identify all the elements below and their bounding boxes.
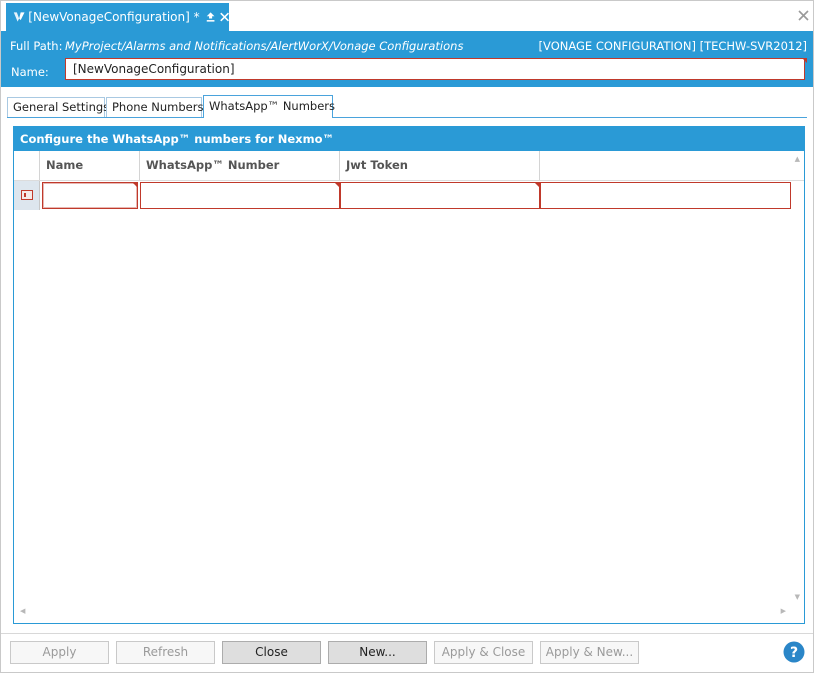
tab-phone-numbers[interactable]: Phone Numbers <box>106 97 203 117</box>
refresh-button[interactable]: Refresh <box>116 641 215 664</box>
row-selector[interactable] <box>14 181 40 210</box>
scroll-up-arrow[interactable]: ▲ <box>795 155 800 163</box>
apply-button[interactable]: Apply <box>10 641 109 664</box>
tab-divider <box>7 117 807 118</box>
full-path-value: MyProject/Alarms and Notifications/Alert… <box>65 39 464 53</box>
svg-text:?: ? <box>790 645 798 661</box>
configuration-window: [NewVonageConfiguration] * Full Path: My… <box>0 0 814 673</box>
window-close-icon[interactable] <box>798 10 809 21</box>
server-info: [VONAGE CONFIGURATION] [TECHW-SVR2012] <box>538 39 807 53</box>
apply-and-close-button[interactable]: Apply & Close <box>434 641 533 664</box>
cell-filler <box>540 182 791 209</box>
name-input[interactable]: [NewVonageConfiguration] <box>65 58 805 80</box>
whatsapp-numbers-panel: Configure the WhatsApp™ numbers for Nexm… <box>13 126 805 624</box>
document-tab-title: [NewVonageConfiguration] * <box>28 10 200 24</box>
name-label: Name: <box>11 65 49 79</box>
pin-icon[interactable] <box>206 10 215 24</box>
grid-header: Name WhatsApp™ Number Jwt Token <box>14 151 804 181</box>
tab-general-settings[interactable]: General Settings <box>7 97 109 117</box>
document-tab[interactable]: [NewVonageConfiguration] * <box>6 3 229 31</box>
tab-whatsapp-numbers[interactable]: WhatsApp™ Numbers <box>203 95 335 118</box>
column-header-jwt-token[interactable]: Jwt Token <box>340 151 540 180</box>
scroll-right-arrow[interactable]: ▶ <box>781 607 786 615</box>
scroll-down-arrow[interactable]: ▼ <box>795 593 800 601</box>
cell-whatsapp-number[interactable] <box>140 182 340 209</box>
vonage-logo-icon <box>13 12 25 22</box>
document-tab-strip: [NewVonageConfiguration] * <box>1 1 813 31</box>
path-header: Full Path: MyProject/Alarms and Notifica… <box>1 31 813 87</box>
row-edit-icon <box>21 190 33 200</box>
close-icon[interactable] <box>220 11 229 23</box>
scroll-left-arrow[interactable]: ◀ <box>20 607 25 615</box>
cell-jwt-token[interactable] <box>340 182 540 209</box>
column-header-whatsapp-number[interactable]: WhatsApp™ Number <box>140 151 340 180</box>
full-path-label: Full Path: <box>10 39 63 53</box>
footer-divider <box>1 633 813 634</box>
column-header-name[interactable]: Name <box>40 151 140 180</box>
cell-name[interactable] <box>42 182 138 209</box>
apply-and-new-button[interactable]: Apply & New... <box>540 641 639 664</box>
validation-marker <box>802 58 807 63</box>
new-button[interactable]: New... <box>328 641 427 664</box>
row-indicator-header <box>14 151 40 180</box>
close-button[interactable]: Close <box>222 641 321 664</box>
panel-title: Configure the WhatsApp™ numbers for Nexm… <box>14 127 804 151</box>
column-header-filler <box>540 151 790 180</box>
help-icon[interactable]: ? <box>783 641 805 663</box>
